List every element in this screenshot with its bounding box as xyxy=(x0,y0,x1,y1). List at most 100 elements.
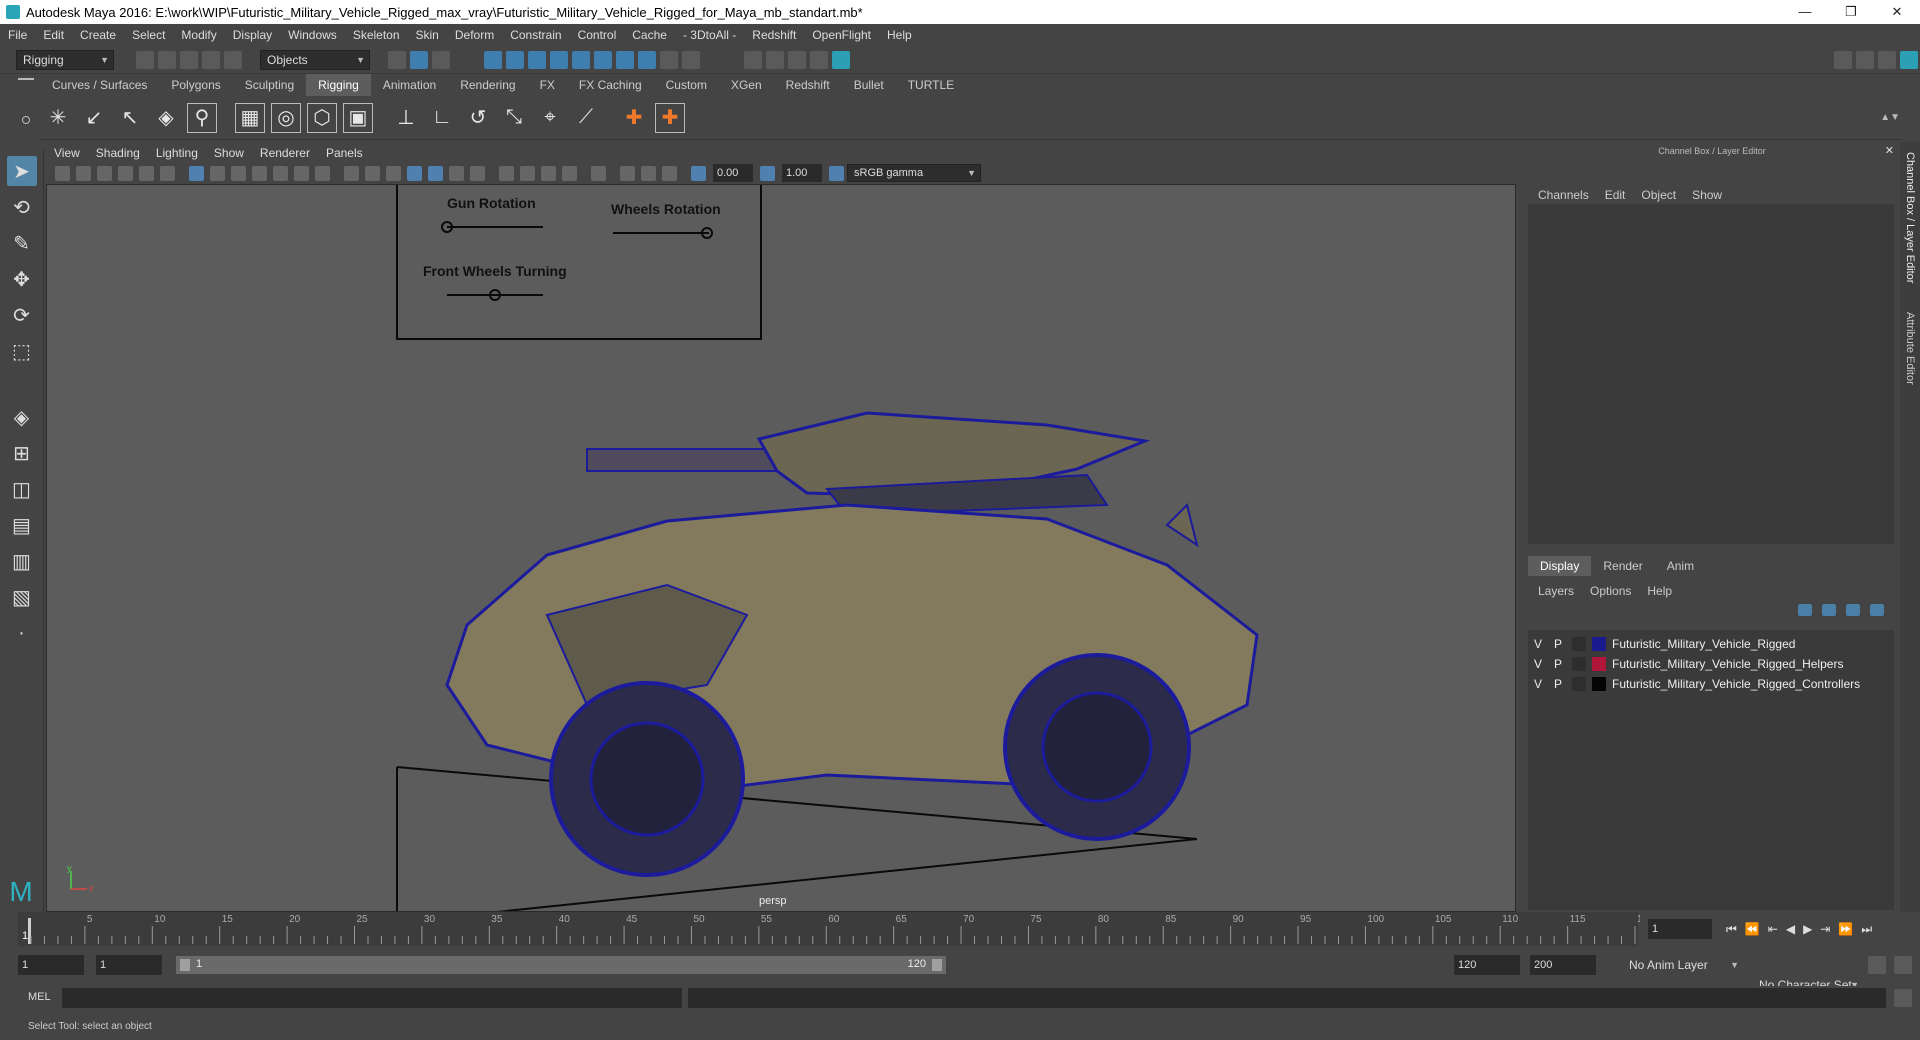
cb-menu-channels[interactable]: Channels xyxy=(1530,188,1597,202)
new-scene-icon[interactable] xyxy=(136,50,154,69)
history-icon[interactable] xyxy=(616,50,634,69)
paint-select-icon[interactable]: ✎ xyxy=(7,228,37,258)
open-scene-icon[interactable] xyxy=(158,50,176,69)
grease-pencil-icon[interactable] xyxy=(139,165,154,181)
construction-history-icon[interactable] xyxy=(682,50,700,69)
color-management-icon[interactable] xyxy=(829,165,844,181)
snap-curve-icon[interactable] xyxy=(506,50,524,69)
redo-icon[interactable] xyxy=(224,50,242,69)
layout-four-icon[interactable]: ⊞ xyxy=(7,438,37,468)
playback-start-field[interactable]: 1 xyxy=(96,955,162,975)
animation-start-field[interactable]: 1 xyxy=(18,955,84,975)
shaded-wireframe-icon[interactable] xyxy=(386,165,401,181)
close-button[interactable]: ✕ xyxy=(1874,0,1920,24)
hypershade-icon[interactable] xyxy=(810,50,828,69)
shadows-icon[interactable] xyxy=(470,165,485,181)
anim-layer-dropdown[interactable]: No Anim Layer xyxy=(1622,955,1744,975)
scale-tool-icon[interactable]: ⬚ xyxy=(7,336,37,366)
le-menu-help[interactable]: Help xyxy=(1639,584,1680,598)
motion-blur-icon[interactable] xyxy=(520,165,535,181)
layer-display-type[interactable] xyxy=(1572,677,1586,691)
quick-rig-icon[interactable]: ⚲ xyxy=(187,102,217,133)
xray-joints-icon[interactable] xyxy=(662,165,677,181)
step-back-icon[interactable]: ⏪ xyxy=(1745,922,1760,936)
menu-constrain[interactable]: Constrain xyxy=(502,24,569,46)
vp-menu-shading[interactable]: Shading xyxy=(88,142,148,164)
le-menu-layers[interactable]: Layers xyxy=(1530,584,1582,598)
layer-display-type[interactable] xyxy=(1572,637,1586,651)
menu-set-dropdown[interactable]: Rigging xyxy=(16,49,114,70)
layer-playback-toggle[interactable]: P xyxy=(1548,657,1568,671)
tab-fx[interactable]: FX xyxy=(528,74,567,96)
gamma-icon[interactable] xyxy=(760,165,775,181)
field-chart-icon[interactable] xyxy=(273,165,288,181)
menu-display[interactable]: Display xyxy=(225,24,280,46)
ipr-render-icon[interactable] xyxy=(766,50,784,69)
layer-playback-toggle[interactable]: P xyxy=(1548,677,1568,691)
select-by-hierarchy-icon[interactable] xyxy=(388,50,406,69)
two-d-pan-zoom-icon[interactable] xyxy=(160,165,175,181)
menu-help[interactable]: Help xyxy=(879,24,920,46)
xray-active-icon[interactable] xyxy=(641,165,656,181)
new-empty-layer-icon[interactable] xyxy=(1846,604,1860,616)
lock-icon[interactable] xyxy=(660,50,678,69)
point-constraint-icon[interactable]: ⊥ xyxy=(391,103,421,133)
menu-create[interactable]: Create xyxy=(72,24,124,46)
step-forward-icon[interactable]: ⏩ xyxy=(1838,922,1853,936)
tab-anim[interactable]: Anim xyxy=(1655,556,1706,576)
shelf-menu-icon[interactable] xyxy=(18,78,34,80)
pole-vector-icon[interactable]: ⟋ xyxy=(571,103,601,133)
layer-row[interactable]: V P Futuristic_Military_Vehicle_Rigged_C… xyxy=(1528,674,1894,694)
layer-visibility-toggle[interactable]: V xyxy=(1528,657,1548,671)
parent-constraint-icon[interactable]: ⌖ xyxy=(535,103,565,133)
depth-of-field-icon[interactable] xyxy=(562,165,577,181)
scale-constraint-icon[interactable]: ⤡ xyxy=(499,103,529,133)
bind-skin-icon[interactable]: ▦ xyxy=(235,102,265,133)
exposure-icon[interactable] xyxy=(691,165,706,181)
snap-grid-icon[interactable] xyxy=(484,50,502,69)
menu-file[interactable]: File xyxy=(0,24,35,46)
ik-handle-icon[interactable]: ↙ xyxy=(79,103,109,133)
modeling-toolkit-icon[interactable] xyxy=(1834,50,1852,69)
save-scene-icon[interactable] xyxy=(180,50,198,69)
channel-box-toggle-icon[interactable] xyxy=(1900,50,1918,69)
selection-mask-dropdown[interactable]: Objects xyxy=(260,49,370,70)
wireframe-on-shaded-icon[interactable] xyxy=(407,165,422,181)
script-editor-icon[interactable] xyxy=(1894,989,1912,1007)
menu-redshift[interactable]: Redshift xyxy=(744,24,804,46)
layer-color-swatch[interactable] xyxy=(1592,657,1606,671)
menu-cache[interactable]: Cache xyxy=(624,24,675,46)
minimize-button[interactable]: — xyxy=(1782,0,1828,24)
selection-handle-icon[interactable]: ✚ xyxy=(655,102,685,133)
range-start-handle[interactable] xyxy=(180,959,190,971)
menu-edit[interactable]: Edit xyxy=(35,24,72,46)
tab-bullet[interactable]: Bullet xyxy=(842,74,896,96)
cb-menu-edit[interactable]: Edit xyxy=(1597,188,1634,202)
range-slider[interactable]: 1 120 xyxy=(176,956,946,974)
joint-tool-icon[interactable]: ✳ xyxy=(43,103,73,133)
new-layer-selected-icon[interactable] xyxy=(1870,604,1884,616)
move-tool-icon[interactable]: ✥ xyxy=(7,264,37,294)
anti-aliasing-icon[interactable] xyxy=(541,165,556,181)
animation-end-field[interactable]: 200 xyxy=(1530,955,1596,975)
tab-animation[interactable]: Animation xyxy=(371,74,448,96)
layer-visibility-toggle[interactable]: V xyxy=(1528,677,1548,691)
ambient-occlusion-icon[interactable] xyxy=(499,165,514,181)
tab-render[interactable]: Render xyxy=(1591,556,1654,576)
tool-settings-toggle-icon[interactable] xyxy=(1878,50,1896,69)
layout-persp-graph-icon[interactable]: ▧ xyxy=(7,582,37,612)
orient-constraint-icon[interactable]: ↺ xyxy=(463,103,493,133)
step-back-key-icon[interactable]: ⇤ xyxy=(1768,922,1778,936)
tab-curves-surfaces[interactable]: Curves / Surfaces xyxy=(40,74,159,96)
help-query-icon[interactable] xyxy=(638,50,656,69)
menu-skin[interactable]: Skin xyxy=(408,24,447,46)
isolate-select-icon[interactable] xyxy=(591,165,606,181)
channel-box-list[interactable] xyxy=(1528,204,1894,544)
side-tab-channel-box[interactable]: Channel Box / Layer Editor xyxy=(1904,152,1916,283)
step-forward-key-icon[interactable]: ⇥ xyxy=(1820,922,1830,936)
menu-select[interactable]: Select xyxy=(124,24,173,46)
grid-toggle-icon[interactable] xyxy=(189,165,204,181)
camera-attributes-icon[interactable] xyxy=(76,165,91,181)
locator-icon[interactable]: ✚ xyxy=(619,103,649,133)
select-by-object-icon[interactable] xyxy=(410,50,428,69)
